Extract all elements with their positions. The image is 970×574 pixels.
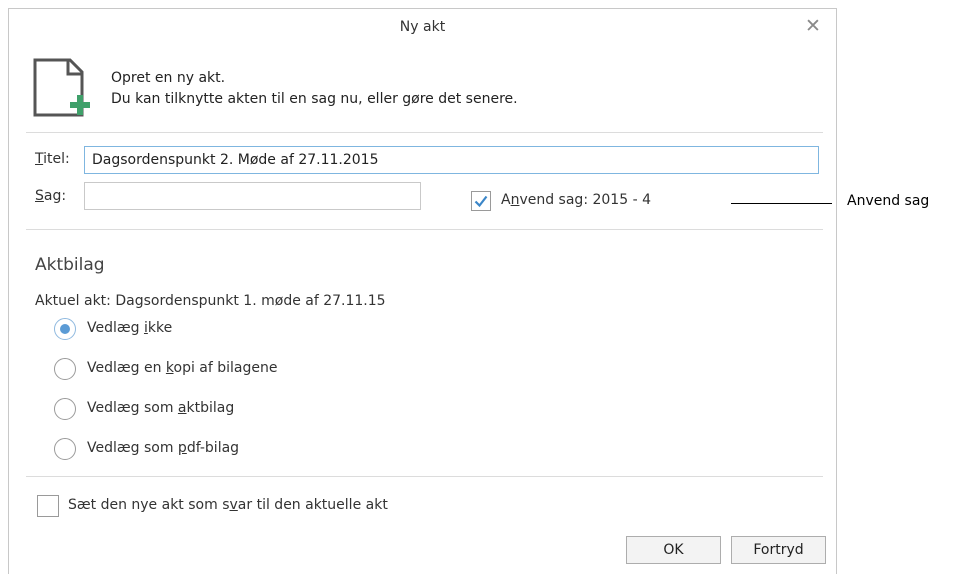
sag-label: Sag: [35,188,67,204]
checkmark-icon [474,195,488,208]
radio-button[interactable] [54,398,76,420]
radio-button-selected[interactable] [54,318,76,340]
reply-checkbox[interactable] [37,495,59,517]
new-act-dialog: Ny akt ✕ Opret en ny akt. Du kan tilknyt… [8,8,837,574]
radio-button[interactable] [54,438,76,460]
cancel-button[interactable]: Fortryd [731,536,826,564]
reply-label[interactable]: Sæt den nye akt som svar til den aktuell… [68,497,388,513]
anvend-sag-label[interactable]: Anvend sag: 2015 - 4 [501,192,651,208]
close-icon[interactable]: ✕ [804,15,822,37]
radio-button[interactable] [54,358,76,380]
sag-input[interactable] [84,182,421,210]
divider-middle [26,229,823,230]
intro-line-1: Opret en ny akt. [111,70,226,86]
radio-label-vedlaeg-pdf[interactable]: Vedlæg som pdf-bilag [87,440,239,456]
divider-top [26,132,823,133]
radio-label-vedlaeg-aktbilag[interactable]: Vedlæg som aktbilag [87,400,234,416]
ok-button[interactable]: OK [626,536,721,564]
aktuel-akt-text: Aktuel akt: Dagsordenspunkt 1. møde af 2… [35,293,386,309]
callout-label: Anvend sag [847,193,930,209]
intro-line-2: Du kan tilknytte akten til en sag nu, el… [111,91,518,107]
new-document-icon [33,58,90,117]
radio-label-vedlaeg-ikke[interactable]: Vedlæg ikke [87,320,172,336]
radio-label-vedlaeg-kopi[interactable]: Vedlæg en kopi af bilagene [87,360,278,376]
aktbilag-heading: Aktbilag [35,255,105,275]
divider-bottom [26,476,823,477]
intro-text: Opret en ny akt. Du kan tilknytte akten … [111,68,518,110]
dialog-title: Ny akt [399,19,446,35]
titel-input[interactable] [84,146,819,174]
anvend-sag-checkbox[interactable] [471,191,491,211]
titel-label: Titel: [35,151,70,167]
radio-dot [60,324,70,334]
callout-line [731,203,832,204]
